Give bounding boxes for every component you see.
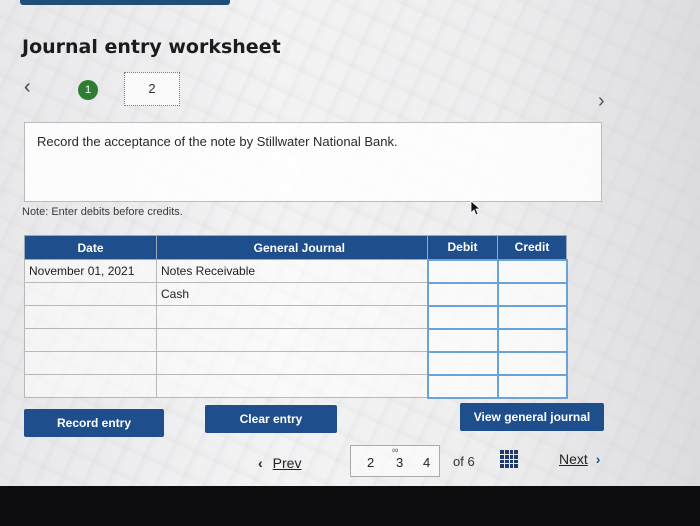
credit-input[interactable]	[496, 373, 568, 399]
table-row: Cash	[24, 281, 568, 307]
column-header-debit: Debit	[427, 235, 498, 260]
credit-input[interactable]	[496, 304, 568, 330]
date-cell[interactable]	[24, 305, 157, 329]
table-header-row: Date General Journal Debit Credit	[24, 235, 567, 260]
credit-input[interactable]	[496, 350, 568, 376]
date-cell[interactable]	[24, 282, 157, 306]
link-icon: ∞	[392, 445, 399, 455]
page-link-2[interactable]: 2	[367, 455, 374, 470]
view-general-journal-button[interactable]: View general journal	[460, 403, 604, 431]
date-cell[interactable]	[24, 328, 157, 352]
account-cell[interactable]	[156, 328, 428, 352]
account-cell[interactable]	[156, 374, 428, 398]
next-button[interactable]: Next ›	[559, 451, 600, 467]
top-accent-bar	[20, 0, 230, 5]
chevron-right-icon: ›	[595, 451, 601, 467]
screen-bottom-bezel	[0, 486, 700, 526]
page-title: Journal entry worksheet	[22, 36, 281, 58]
debit-input[interactable]	[426, 373, 499, 399]
note-text: Note: Enter debits before credits.	[22, 206, 183, 218]
account-cell[interactable]	[156, 305, 428, 329]
debit-input[interactable]	[426, 258, 499, 284]
credit-input[interactable]	[496, 327, 568, 353]
step-1-badge[interactable]: 1	[78, 80, 98, 100]
date-cell[interactable]: November 01, 2021	[24, 259, 157, 283]
chevron-left-icon: ‹	[258, 455, 263, 471]
mouse-cursor-icon	[470, 200, 482, 216]
clear-entry-button[interactable]: Clear entry	[205, 405, 337, 433]
record-entry-button[interactable]: Record entry	[24, 409, 164, 437]
next-label: Next	[559, 451, 588, 467]
debit-input[interactable]	[426, 350, 499, 376]
chevron-left-icon[interactable]: ‹	[24, 76, 31, 99]
column-header-credit: Credit	[497, 235, 567, 260]
date-cell[interactable]	[24, 351, 157, 375]
instruction-box: Record the acceptance of the note by Sti…	[24, 122, 602, 202]
page-count: of 6	[453, 454, 475, 469]
table-row: November 01, 2021 Notes Receivable	[24, 258, 568, 284]
page-selector: 2 ∞ 3 4	[350, 445, 440, 477]
step-2-tab[interactable]: 2	[124, 72, 180, 106]
grid-icon[interactable]	[500, 450, 518, 468]
credit-input[interactable]	[496, 281, 568, 307]
page-link-3[interactable]: 3	[396, 455, 403, 470]
journal-table: Date General Journal Debit Credit Novemb…	[24, 235, 568, 399]
chevron-right-icon[interactable]: ›	[598, 90, 605, 113]
debit-input[interactable]	[426, 327, 499, 353]
column-header-general-journal: General Journal	[156, 235, 428, 260]
instruction-text: Record the acceptance of the note by Sti…	[37, 134, 398, 149]
account-cell[interactable]: Cash	[156, 282, 428, 306]
account-cell[interactable]: Notes Receivable	[156, 259, 428, 283]
table-row	[24, 304, 568, 330]
credit-input[interactable]	[496, 258, 568, 284]
account-cell[interactable]	[156, 351, 428, 375]
debit-input[interactable]	[426, 304, 499, 330]
page-link-4[interactable]: 4	[423, 455, 430, 470]
prev-button[interactable]: ‹ Prev	[258, 455, 301, 471]
column-header-date: Date	[24, 235, 157, 260]
table-row	[24, 327, 568, 353]
date-cell[interactable]	[24, 374, 157, 398]
table-row	[24, 350, 568, 376]
debit-input[interactable]	[426, 281, 499, 307]
prev-label: Prev	[272, 455, 302, 471]
table-row	[24, 373, 568, 399]
